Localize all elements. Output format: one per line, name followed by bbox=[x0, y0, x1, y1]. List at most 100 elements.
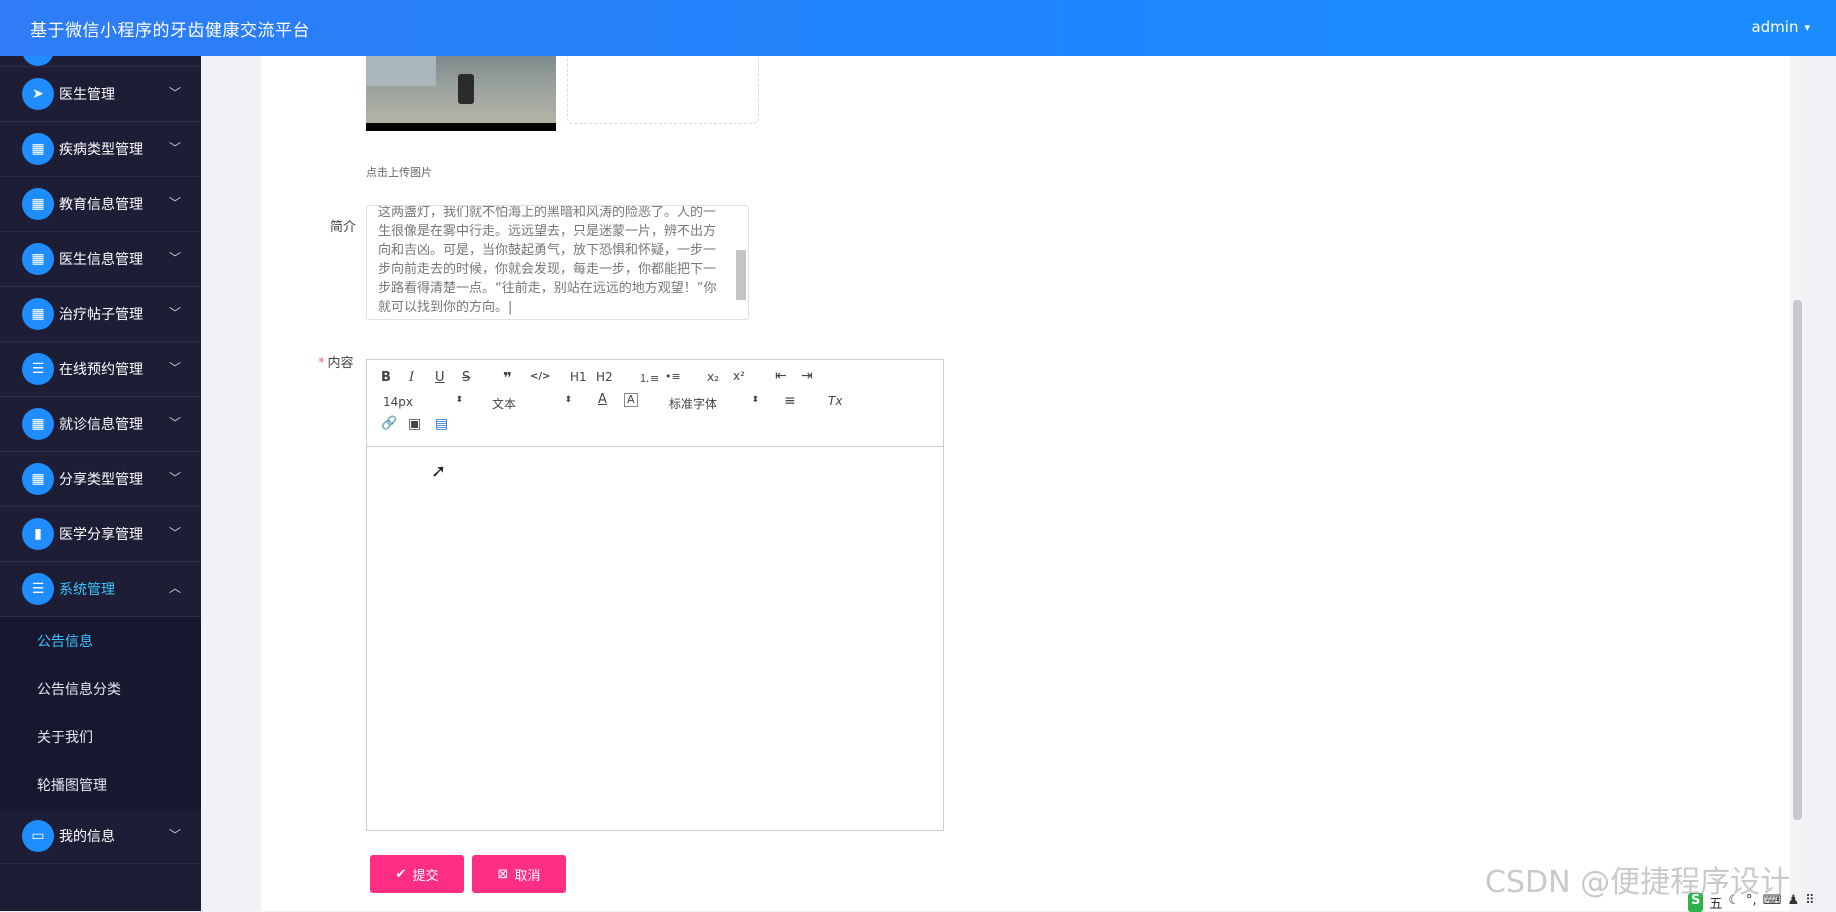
sidebar-subitem[interactable]: 公告信息分类 bbox=[0, 665, 201, 713]
chevron-down-icon: ﹀ bbox=[168, 141, 181, 155]
chevron-down-icon: ﹀ bbox=[168, 86, 181, 100]
bullet-list-button[interactable]: •≡ bbox=[665, 370, 681, 383]
grid-icon: ▦ bbox=[22, 133, 54, 165]
sidebar-item[interactable]: ▦ 医生信息管理 ﹀ bbox=[0, 232, 201, 287]
bold-button[interactable]: B bbox=[381, 370, 391, 385]
outdent-button[interactable]: ⇤ bbox=[775, 368, 787, 384]
sidebar-item[interactable]: ▦ 就诊信息管理 ﹀ bbox=[0, 397, 201, 452]
sidebar-item-label: 就诊信息管理 bbox=[59, 417, 143, 433]
check-icon: ✔ bbox=[395, 866, 407, 882]
blockquote-button[interactable]: ❞ bbox=[503, 369, 512, 387]
bar-chart-icon: ▮ bbox=[22, 518, 54, 550]
sidebar-item-my-info[interactable]: ▭ 我的信息 ﹀ bbox=[0, 809, 201, 864]
page-scrollbar-thumb[interactable] bbox=[1793, 300, 1802, 820]
sidebar-subitem[interactable]: 轮播图管理 bbox=[0, 761, 201, 809]
uploaded-image-thumbnail[interactable] bbox=[366, 56, 556, 131]
sidebar-item-label: 医生信息管理 bbox=[59, 252, 143, 268]
sidebar-subitem[interactable]: 公告信息 bbox=[0, 617, 201, 665]
editor-body[interactable] bbox=[367, 447, 943, 830]
tray-icon[interactable]: ⠿ bbox=[1805, 893, 1815, 912]
indent-button[interactable]: ⇥ bbox=[801, 368, 813, 384]
sidebar-item-partial[interactable] bbox=[0, 56, 201, 67]
chevron-down-icon: ﹀ bbox=[168, 828, 181, 842]
paper-plane-icon: ➤ bbox=[22, 78, 54, 110]
grid-icon: ▦ bbox=[22, 408, 54, 440]
content-label: * 内容 bbox=[318, 356, 354, 371]
textarea-scrollbar[interactable] bbox=[736, 250, 746, 300]
subscript-button[interactable]: x₂ bbox=[707, 370, 719, 384]
video-button[interactable]: ▤ bbox=[435, 416, 448, 432]
sidebar-item-label: 治疗帖子管理 bbox=[59, 307, 143, 323]
sidebar-item-label: 我的信息 bbox=[59, 829, 115, 845]
sidebar-item[interactable]: ☰ 系统管理 ︿ bbox=[0, 562, 201, 617]
tray-icon[interactable]: ☾ bbox=[1728, 893, 1740, 912]
sidebar-item-label: 医学分享管理 bbox=[59, 527, 143, 543]
grid-icon: ▦ bbox=[22, 463, 54, 495]
cancel-button[interactable]: ⊠ 取消 bbox=[472, 855, 566, 893]
sidebar-item-label: 医生管理 bbox=[59, 87, 115, 103]
chevron-up-icon: ︿ bbox=[168, 581, 181, 595]
sidebar-item-label: 在线预约管理 bbox=[59, 362, 143, 378]
grid-icon: ▦ bbox=[22, 243, 54, 275]
code-block-button[interactable]: </> bbox=[530, 371, 550, 382]
intro-textarea[interactable]: 这两盏灯，我们就不怕海上的黑暗和风涛的险恶了。人的一生很像是在雾中行走。远远望去… bbox=[366, 205, 749, 320]
submit-button[interactable]: ✔ 提交 bbox=[370, 855, 464, 893]
upload-hint: 点击上传图片 bbox=[366, 166, 432, 179]
tray-icon[interactable]: ♟ bbox=[1787, 893, 1799, 912]
sidebar-item[interactable]: ▦ 治疗帖子管理 ﹀ bbox=[0, 287, 201, 342]
user-menu[interactable]: admin ▾ bbox=[1751, 18, 1810, 36]
header-select[interactable]: 文本 ⬍ bbox=[492, 395, 572, 412]
select-arrows-icon: ⬍ bbox=[751, 395, 759, 405]
required-mark: * bbox=[318, 356, 325, 371]
superscript-button[interactable]: x² bbox=[733, 369, 745, 383]
align-button[interactable]: ≡ bbox=[784, 393, 796, 409]
sidebar-item-label: 分享类型管理 bbox=[59, 472, 143, 488]
menu-icon bbox=[22, 56, 54, 66]
sidebar-item-label: 教育信息管理 bbox=[59, 197, 143, 213]
chevron-down-icon: ﹀ bbox=[168, 251, 181, 265]
clear-format-button[interactable]: Tx bbox=[828, 394, 842, 408]
image-button[interactable]: ▣ bbox=[408, 416, 421, 432]
close-box-icon: ⊠ bbox=[497, 866, 509, 882]
h1-button[interactable]: H1 bbox=[570, 370, 587, 384]
app-title: 基于微信小程序的牙齿健康交流平台 bbox=[30, 20, 310, 41]
sidebar-item[interactable]: ➤ 医生管理 ﹀ bbox=[0, 67, 201, 122]
ordered-list-button[interactable]: ⒈≡ bbox=[639, 370, 659, 386]
editor-toolbar: B I U S ❞ </> H1 H2 ⒈≡ •≡ x₂ x² ⇤ ⇥ 14px… bbox=[367, 360, 943, 447]
chevron-down-icon: ﹀ bbox=[168, 196, 181, 210]
image-upload-box[interactable] bbox=[567, 56, 759, 124]
sidebar-item-label: 疾病类型管理 bbox=[59, 142, 143, 158]
grid-icon: ▦ bbox=[22, 188, 54, 220]
rich-text-editor: B I U S ❞ </> H1 H2 ⒈≡ •≡ x₂ x² ⇤ ⇥ 14px… bbox=[366, 359, 944, 831]
sidebar-item[interactable]: ▦ 分享类型管理 ﹀ bbox=[0, 452, 201, 507]
font-size-select[interactable]: 14px ⬍ bbox=[383, 395, 463, 409]
sidebar-item[interactable]: ▮ 医学分享管理 ﹀ bbox=[0, 507, 201, 562]
intro-label: 简介 bbox=[330, 220, 357, 235]
chevron-down-icon: ﹀ bbox=[168, 526, 181, 540]
sidebar-subitem[interactable]: 关于我们 bbox=[0, 713, 201, 761]
italic-button[interactable]: I bbox=[409, 370, 414, 385]
tray-icon[interactable]: ⌨ bbox=[1763, 893, 1782, 912]
window-icon: ▭ bbox=[22, 820, 54, 852]
font-family-select[interactable]: 标准字体 ⬍ bbox=[669, 395, 759, 412]
background-color-button[interactable]: A bbox=[624, 393, 638, 407]
tray-icon[interactable]: S bbox=[1688, 893, 1704, 912]
sidebar-item[interactable]: ▦ 疾病类型管理 ﹀ bbox=[0, 122, 201, 177]
user-name: admin bbox=[1751, 18, 1799, 36]
tray-icon[interactable]: °, bbox=[1746, 893, 1757, 912]
chevron-down-icon: ﹀ bbox=[168, 361, 181, 375]
h2-button[interactable]: H2 bbox=[596, 370, 613, 384]
tray-icon[interactable]: 五 bbox=[1709, 893, 1722, 912]
sidebar-item[interactable]: ☰ 在线预约管理 ﹀ bbox=[0, 342, 201, 397]
sidebar-item[interactable]: ▦ 教育信息管理 ﹀ bbox=[0, 177, 201, 232]
strike-button[interactable]: S bbox=[462, 370, 470, 385]
caret-down-icon: ▾ bbox=[1804, 20, 1810, 34]
font-color-button[interactable]: A bbox=[598, 392, 607, 407]
link-button[interactable]: 🔗 bbox=[381, 416, 397, 431]
underline-button[interactable]: U bbox=[435, 370, 445, 385]
intro-text: 这两盏灯，我们就不怕海上的黑暗和风涛的险恶了。人的一生很像是在雾中行走。远远望去… bbox=[378, 205, 717, 315]
sidebar: ➤ 医生管理 ﹀ ▦ 疾病类型管理 ﹀ ▦ 教育信息管理 ﹀ ▦ 医生信息管理 ﹀ ▦ 治疗帖子管理 ﹀ ☰ 在… bbox=[0, 56, 201, 911]
chevron-down-icon: ﹀ bbox=[168, 416, 181, 430]
top-bar: 基于微信小程序的牙齿健康交流平台 admin ▾ bbox=[0, 0, 1836, 56]
select-arrows-icon: ⬍ bbox=[455, 395, 463, 405]
